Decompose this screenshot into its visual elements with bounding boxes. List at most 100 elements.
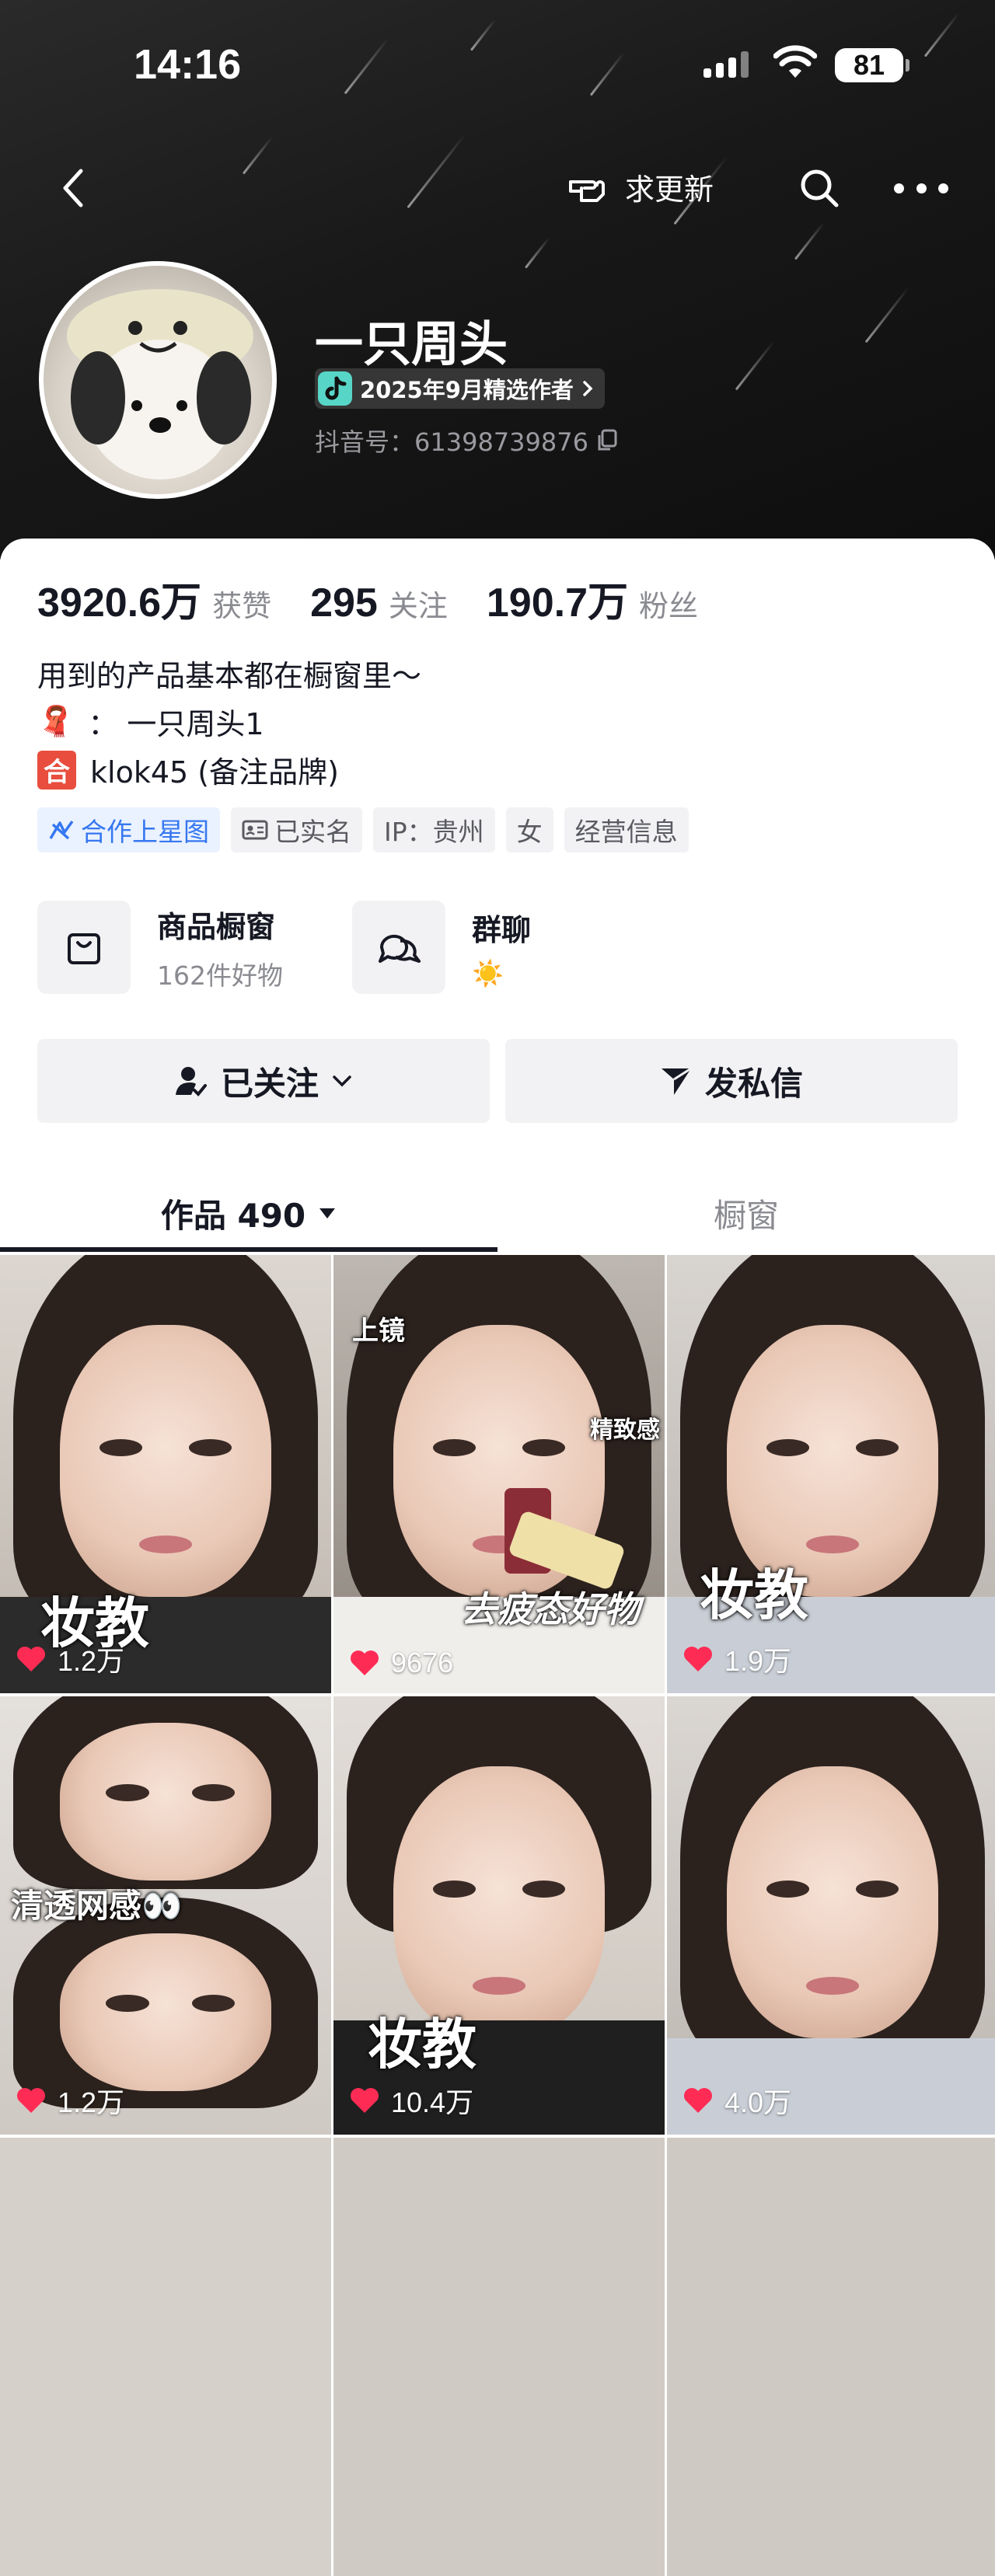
star-map-icon <box>49 820 74 840</box>
video-thumbnail[interactable]: 妆教 1.2万 <box>0 1255 331 1693</box>
video-thumbnail[interactable]: 妆教 10.4万 <box>333 1696 665 2135</box>
puppy-avatar-image <box>67 289 253 479</box>
search-icon[interactable] <box>796 165 843 211</box>
scarf-icon: 🧣 <box>37 704 75 738</box>
shop-window-title: 商品橱窗 <box>157 909 276 944</box>
send-message-label: 发私信 <box>704 1064 803 1103</box>
tag-star-map[interactable]: 合作上星图 <box>37 807 220 852</box>
bio-line-2: 🧣 ： 一只周头1 <box>37 700 264 743</box>
tag-business-info[interactable]: 经营信息 <box>564 807 689 852</box>
video-thumbnail[interactable]: 妆教 1.9万 <box>667 1255 995 1693</box>
pointing-hand-icon <box>569 180 605 202</box>
video-thumbnail[interactable]: 上镜 精致感 去疲态好物 9676 <box>333 1255 665 1693</box>
video-thumbnail[interactable] <box>667 2138 995 2576</box>
request-update-label: 求更新 <box>625 172 714 207</box>
bio-text: ： 一只周头1 <box>88 707 264 741</box>
tag-gender: 女 <box>505 807 553 852</box>
more-options-icon[interactable] <box>894 165 948 211</box>
content-tabs: 作品 490 橱窗 <box>0 1174 995 1252</box>
tag-row: 合作上星图 已实名 IP：贵州 女 经营信息 <box>37 807 689 852</box>
heart-icon <box>17 1647 45 1671</box>
copy-icon[interactable] <box>596 429 618 452</box>
likes-count: 3920.6万 <box>37 580 202 626</box>
id-card-icon <box>242 820 268 840</box>
video-likes: 4.0万 <box>683 2080 791 2121</box>
person-check-icon <box>175 1067 207 1096</box>
avatar[interactable] <box>39 261 277 499</box>
chevron-down-icon <box>333 1075 351 1087</box>
shopping-bag-icon <box>37 901 131 994</box>
caret-down-icon <box>319 1208 336 1218</box>
video-likes: 1.2万 <box>16 1639 124 1679</box>
top-nav: 求更新 <box>0 155 995 218</box>
video-thumbnail[interactable] <box>333 2138 665 2576</box>
like-count: 4.0万 <box>724 2086 792 2118</box>
following-button[interactable]: 已关注 <box>37 1039 490 1123</box>
video-thumbnail[interactable] <box>0 2138 331 2576</box>
cellular-signal-icon <box>703 51 752 78</box>
status-time: 14:16 <box>134 41 242 88</box>
heart-icon <box>684 1647 712 1671</box>
paper-plane-icon <box>661 1067 692 1095</box>
video-caption: 妆教 <box>700 1563 808 1627</box>
profile-nickname: 一只周头 <box>315 315 508 372</box>
stats-row: 3920.6万 获赞 295 关注 190.7万 粉丝 <box>37 570 737 628</box>
shop-window-count: 162件好物 <box>157 960 283 991</box>
video-caption-side: 精致感 <box>590 1417 660 1444</box>
shop-window-entry[interactable]: 商品橱窗 162件好物 <box>37 901 283 994</box>
bio-line-3: 合 klok45 (备注品牌) <box>37 748 339 791</box>
heart-icon <box>351 2088 379 2113</box>
wifi-icon <box>773 45 817 78</box>
followers-count[interactable]: 190.7万 <box>487 570 628 628</box>
tag-ip: IP：贵州 <box>373 807 495 852</box>
video-likes: 10.4万 <box>349 2080 473 2121</box>
heart-icon <box>17 2088 45 2113</box>
bio-text: 用到的产品基本都在橱窗里～ <box>37 659 422 693</box>
video-caption: 去疲态好物 <box>461 1588 640 1630</box>
tab-works[interactable]: 作品 490 <box>0 1174 498 1252</box>
like-count: 1.9万 <box>724 1645 792 1677</box>
group-chat-entry[interactable]: 群聊 ☀️ <box>352 901 531 994</box>
tag-verified[interactable]: 已实名 <box>231 807 362 852</box>
following-label[interactable]: 关注 <box>389 582 448 625</box>
request-update-button[interactable]: 求更新 <box>566 163 714 210</box>
send-message-button[interactable]: 发私信 <box>505 1039 958 1123</box>
video-likes: 1.9万 <box>683 1639 791 1679</box>
douyin-id: 抖音号：61398739876 <box>315 423 618 458</box>
tag-label: 经营信息 <box>574 817 678 847</box>
followers-label[interactable]: 粉丝 <box>639 582 698 625</box>
heart-icon <box>351 1651 379 1675</box>
back-arrow-icon[interactable] <box>54 165 93 211</box>
like-count: 1.2万 <box>58 1645 125 1677</box>
like-count: 9676 <box>391 1647 454 1678</box>
tag-label: 女 <box>516 817 543 847</box>
video-thumbnail[interactable]: 清透网感👀 1.2万 <box>0 1696 331 2135</box>
video-thumbnail[interactable]: 4.0万 <box>667 1696 995 2135</box>
douyin-id-text: 抖音号：61398739876 <box>315 427 588 457</box>
following-label: 已关注 <box>220 1064 319 1103</box>
like-count: 10.4万 <box>391 2086 474 2118</box>
heart-icon <box>684 2088 712 2113</box>
video-caption: 清透网感👀 <box>11 1887 183 1925</box>
he-badge-icon: 合 <box>37 750 76 790</box>
tab-works-label: 作品 490 <box>160 1196 306 1235</box>
featured-author-badge[interactable]: 2025年9月精选作者 <box>315 368 605 409</box>
video-grid: 妆教 1.2万 上镜 精致感 去疲态好物 9676 妆教 1.9万 清透网感👀 … <box>0 1255 995 2576</box>
chat-bubbles-icon <box>352 901 445 994</box>
douyin-logo-icon <box>318 371 352 406</box>
group-chat-title: 群聊 <box>472 912 532 947</box>
chevron-right-icon <box>583 381 593 396</box>
video-likes: 9676 <box>349 1647 453 1679</box>
battery-icon: 81 <box>835 48 909 82</box>
bio-line-1: 用到的产品基本都在橱窗里～ <box>37 652 421 695</box>
following-count[interactable]: 295 <box>310 580 378 626</box>
tab-showcase[interactable]: 橱窗 <box>498 1174 995 1252</box>
sun-icon: ☀️ <box>472 957 504 988</box>
like-count: 1.2万 <box>58 2086 125 2118</box>
tag-label: 已实名 <box>274 817 351 847</box>
profile-card: 3920.6万 获赞 295 关注 190.7万 粉丝 用到的产品基本都在橱窗里～ 🧣… <box>0 539 995 2576</box>
tag-label: IP：贵州 <box>384 817 484 847</box>
likes-label: 获赞 <box>212 589 272 623</box>
video-caption: 妆教 <box>368 2013 477 2076</box>
bio-text: klok45 (备注品牌) <box>90 755 339 790</box>
